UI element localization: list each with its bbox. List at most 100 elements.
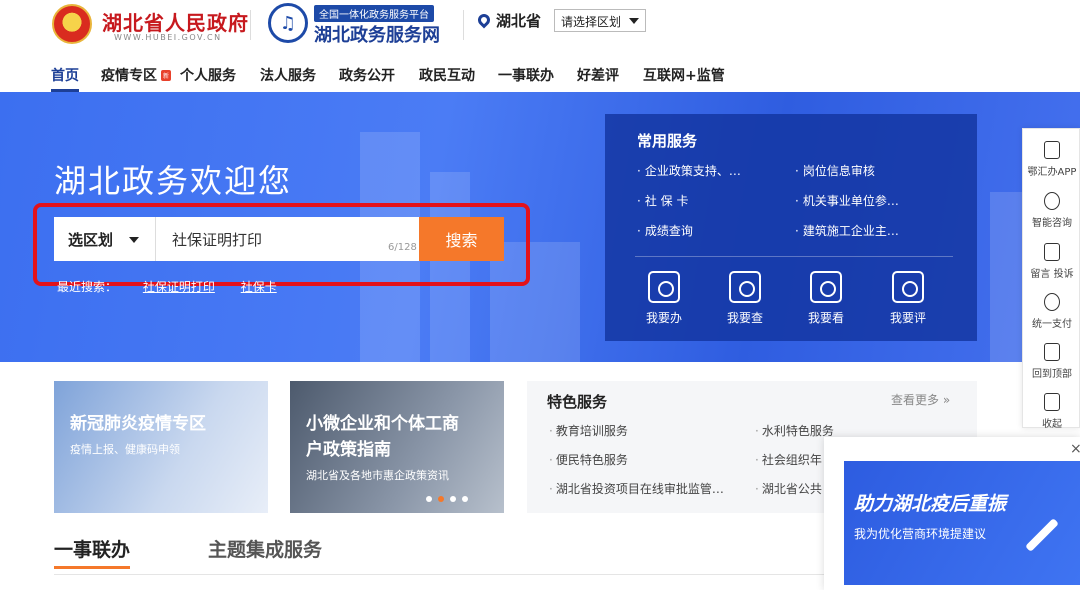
quick-query[interactable]: 我要查 xyxy=(715,271,775,326)
rate-icon xyxy=(892,271,924,303)
special-service-link[interactable]: 湖北省公共 xyxy=(755,480,822,497)
common-service-link[interactable]: 社 保 卡 xyxy=(637,192,689,209)
recent-label: 最近搜索： xyxy=(57,280,118,294)
portal-name[interactable]: 湖北政务服务网 xyxy=(314,21,440,47)
card-title-line: 小微企业和个体工商 xyxy=(306,414,459,434)
card-title: 新冠肺炎疫情专区 xyxy=(70,414,206,434)
recent-search-item[interactable]: 社保卡 xyxy=(241,280,277,294)
recent-search-item[interactable]: 社保证明打印 xyxy=(143,280,215,294)
header-divider xyxy=(463,10,464,40)
quick-label: 我要看 xyxy=(807,311,844,325)
common-services-panel: 常用服务 企业政策支持、… 岗位信息审核 社 保 卡 机关事业单位参… 成绩查询… xyxy=(605,114,977,341)
card-title-line: 户政策指南 xyxy=(306,440,391,460)
apply-icon xyxy=(648,271,680,303)
hero-banner: 湖北政务欢迎您 选区划 6/128 搜索 最近搜索： 社保证明打印 社保卡 常用… xyxy=(0,92,1080,362)
nav-epidemic[interactable]: 疫情专区 xyxy=(101,65,157,85)
epidemic-card[interactable]: 新冠肺炎疫情专区 疫情上报、健康码申领 xyxy=(54,381,268,513)
location-name: 湖北省 xyxy=(496,12,542,30)
nav-one-thing[interactable]: 一事联办 xyxy=(498,65,554,85)
nav-supervision[interactable]: 互联网+监管 xyxy=(643,65,725,85)
nav-personal[interactable]: 个人服务 xyxy=(180,65,236,85)
quick-label: 我要评 xyxy=(889,311,926,325)
common-services-title: 常用服务 xyxy=(637,132,698,150)
policy-guide-card[interactable]: 小微企业和个体工商 户政策指南 湖北省及各地市惠企政策资讯 xyxy=(290,381,504,513)
view-icon xyxy=(810,271,842,303)
card-subtitle: 疫情上报、健康码申领 xyxy=(70,443,180,456)
caret-down-icon xyxy=(629,18,639,24)
sidebar-label: 智能咨询 xyxy=(1032,218,1072,229)
carousel-dot[interactable] xyxy=(426,496,432,502)
carousel-dot[interactable] xyxy=(438,496,444,502)
special-service-link[interactable]: 便民特色服务 xyxy=(549,451,628,468)
promo-banner[interactable]: 助力湖北疫后重振 我为优化营商环境提建议 xyxy=(844,461,1080,585)
nav-new-badge: 新 xyxy=(161,70,172,81)
card-subtitle: 湖北省及各地市惠企政策资讯 xyxy=(306,469,449,482)
nav-rating[interactable]: 好差评 xyxy=(577,65,619,85)
special-service-link[interactable]: 社会组织年 xyxy=(755,451,822,468)
common-service-link[interactable]: 建筑施工企业主… xyxy=(795,222,899,239)
special-service-link[interactable]: 湖北省投资项目在线审批监管… xyxy=(549,480,724,497)
search-highlight-annotation xyxy=(33,203,530,286)
query-icon xyxy=(729,271,761,303)
arrow-up-icon xyxy=(1044,343,1060,361)
pen-icon xyxy=(1025,518,1059,552)
message-icon xyxy=(1044,243,1060,261)
special-service-link[interactable]: 教育培训服务 xyxy=(549,422,628,439)
quick-apply[interactable]: 我要办 xyxy=(634,271,694,326)
carousel-dot[interactable] xyxy=(450,496,456,502)
common-service-link[interactable]: 岗位信息审核 xyxy=(795,162,875,179)
header-divider xyxy=(250,10,251,40)
sidebar-complaint[interactable]: 留言 投诉 xyxy=(1023,243,1080,280)
promo-subtitle: 我为优化营商环境提建议 xyxy=(854,527,987,541)
sidebar-consult[interactable]: 智能咨询 xyxy=(1023,192,1080,229)
top-header: 湖北省人民政府 WWW.HUBEI.GOV.CN ♫ 全国一体化政务服务平台 湖… xyxy=(0,0,1080,92)
common-service-link[interactable]: 成绩查询 xyxy=(637,222,693,239)
special-services-title: 特色服务 xyxy=(547,393,608,411)
carousel-dots xyxy=(426,487,474,506)
view-more-link[interactable]: 查看更多 » xyxy=(891,391,950,408)
promo-title: 助力湖北疫后重振 xyxy=(854,493,1007,515)
region-select-label: 请选择区划 xyxy=(561,15,622,29)
main-nav: 首页 疫情专区 新 个人服务 法人服务 政务公开 政民互动 一事联办 好差评 互… xyxy=(0,58,1080,92)
region-select[interactable]: 请选择区划 xyxy=(554,9,646,32)
close-icon[interactable]: × xyxy=(1070,441,1080,457)
nav-gov-affairs[interactable]: 政务公开 xyxy=(339,65,395,85)
sidebar-payment[interactable]: 统一支付 xyxy=(1023,293,1080,330)
common-service-link[interactable]: 企业政策支持、… xyxy=(637,162,741,179)
side-toolbar: 鄂汇办APP 智能咨询 留言 投诉 统一支付 回到顶部 收起 xyxy=(1022,128,1080,430)
sidebar-label: 留言 投诉 xyxy=(1030,269,1074,280)
common-service-link[interactable]: 机关事业单位参… xyxy=(795,192,899,209)
card-title: 小微企业和个体工商 户政策指南 xyxy=(306,411,459,463)
sidebar-label: 收起 xyxy=(1042,419,1062,430)
sidebar-back-to-top[interactable]: 回到顶部 xyxy=(1023,343,1080,380)
phone-icon xyxy=(1044,141,1060,159)
hero-title: 湖北政务欢迎您 xyxy=(54,162,293,200)
nav-interaction[interactable]: 政民互动 xyxy=(419,65,475,85)
quick-rate[interactable]: 我要评 xyxy=(878,271,938,326)
portal-tag: 全国一体化政务服务平台 xyxy=(314,5,434,22)
nav-home[interactable]: 首页 xyxy=(51,65,79,92)
carousel-dot[interactable] xyxy=(462,496,468,502)
location-pin-icon xyxy=(475,11,493,29)
quick-label: 我要办 xyxy=(645,311,682,325)
portal-logo-icon[interactable]: ♫ xyxy=(268,3,308,43)
tab-themed-services[interactable]: 主题集成服务 xyxy=(208,535,322,562)
headset-icon xyxy=(1044,192,1060,210)
sidebar-collapse[interactable]: 收起 xyxy=(1023,393,1080,430)
quick-label: 我要查 xyxy=(726,311,763,325)
promo-popup: × 助力湖北疫后重振 我为优化营商环境提建议 xyxy=(824,437,1080,590)
nav-legal-person[interactable]: 法人服务 xyxy=(260,65,316,85)
recent-searches: 最近搜索： 社保证明打印 社保卡 xyxy=(57,278,299,295)
yuan-icon xyxy=(1044,293,1060,311)
tab-one-thing[interactable]: 一事联办 xyxy=(54,535,131,569)
sidebar-app[interactable]: 鄂汇办APP xyxy=(1023,141,1080,178)
special-service-link[interactable]: 水利特色服务 xyxy=(755,422,834,439)
gov-name[interactable]: 湖北省人民政府 xyxy=(102,7,249,36)
sidebar-label: 鄂汇办APP xyxy=(1027,167,1077,178)
quick-view[interactable]: 我要看 xyxy=(796,271,856,326)
gov-url: WWW.HUBEI.GOV.CN xyxy=(114,33,222,42)
national-emblem-icon xyxy=(52,4,92,44)
sidebar-label: 统一支付 xyxy=(1032,319,1072,330)
minus-icon xyxy=(1044,393,1060,411)
panel-divider xyxy=(635,256,953,257)
